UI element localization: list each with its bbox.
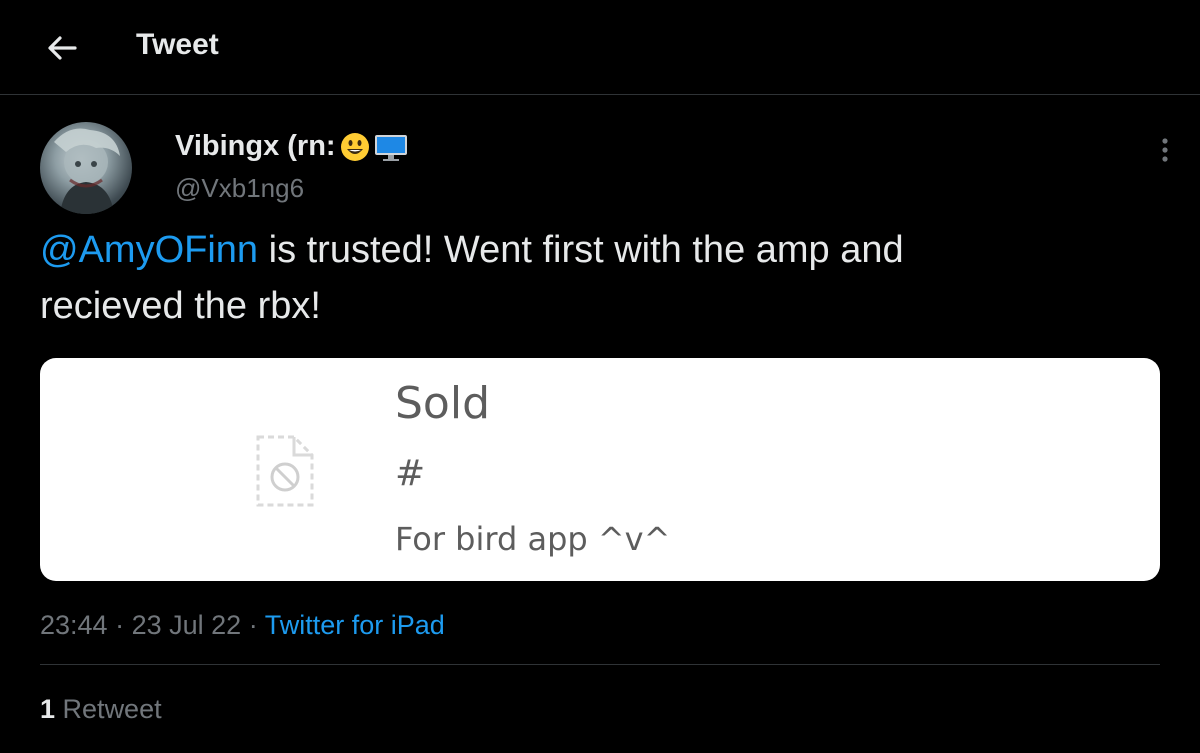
author-handle[interactable]: @Vxb1ng6 [175, 173, 304, 204]
tweet-text-line2: recieved the rbx! [40, 285, 321, 327]
page-title: Tweet [136, 28, 219, 61]
meta-separator: · [115, 610, 125, 640]
link-card[interactable]: Sold # For bird app ^v^ [40, 358, 1160, 581]
tweet-date[interactable]: 23 Jul 22 [132, 610, 242, 640]
avatar[interactable] [40, 122, 132, 214]
arrow-left-icon [48, 36, 77, 60]
grinning-face-icon [340, 132, 369, 161]
card-hash: # [395, 453, 426, 494]
tweet-metadata: 23:44 · 23 Jul 22 · Twitter for iPad [40, 610, 445, 641]
more-vertical-icon [1162, 138, 1168, 162]
card-description: For bird app ^v^ [395, 520, 671, 558]
meta-separator: · [248, 610, 258, 640]
back-button[interactable] [36, 26, 88, 70]
retweet-stats[interactable]: 1 Retweet [40, 694, 162, 725]
tweet-time[interactable]: 23:44 [40, 610, 108, 640]
desktop-computer-icon [374, 134, 407, 161]
author-display-name[interactable]: Vibingx (rn: [175, 130, 408, 163]
broken-image-icon [256, 435, 314, 507]
retweet-label: Retweet [62, 694, 162, 724]
tweet-text-line1: is trusted! Went first with the amp and [258, 229, 904, 271]
divider [40, 664, 1160, 665]
top-bar: Tweet [0, 0, 1200, 95]
avatar-image [54, 128, 120, 214]
more-options-button[interactable] [1150, 130, 1180, 170]
retweet-count: 1 [40, 694, 56, 724]
card-title: Sold [395, 378, 491, 429]
tweet-text: @AmyOFinn is trusted! Went first with th… [40, 222, 1150, 334]
tweet-source-link[interactable]: Twitter for iPad [265, 610, 445, 640]
mention-link[interactable]: @AmyOFinn [40, 229, 258, 271]
display-name-text: Vibingx (rn: [175, 130, 336, 162]
